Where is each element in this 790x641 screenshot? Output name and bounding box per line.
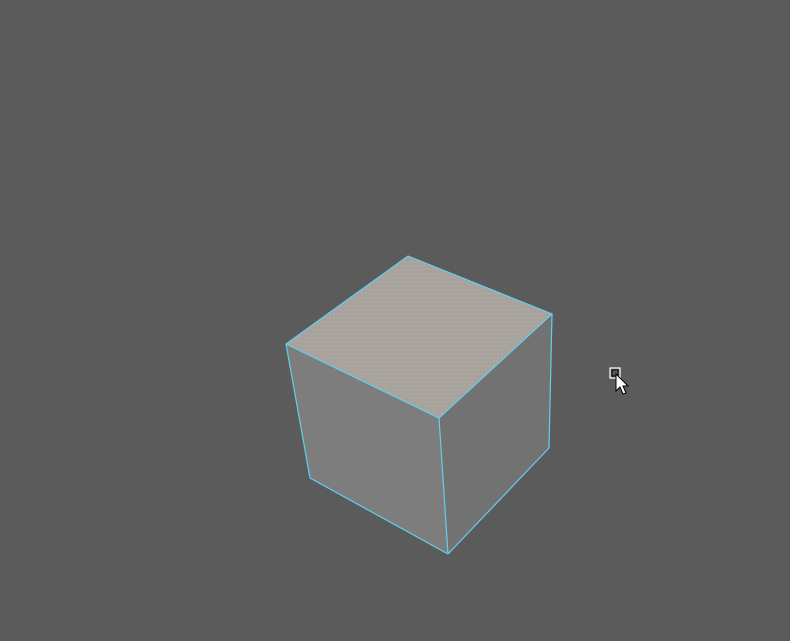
cube-object[interactable] <box>285 255 554 555</box>
arrow-with-box-cursor-icon <box>609 367 630 395</box>
viewport-canvas[interactable] <box>0 0 790 641</box>
3d-viewport[interactable] <box>0 0 790 641</box>
